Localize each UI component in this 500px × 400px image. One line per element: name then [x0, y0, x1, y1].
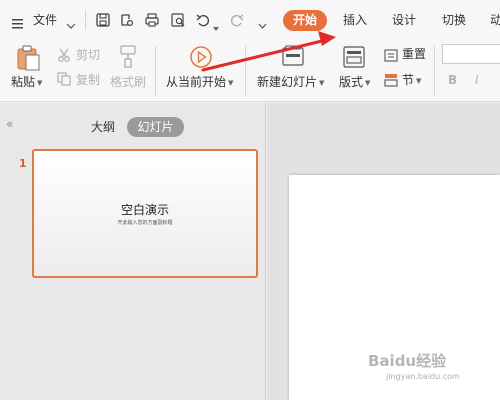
copy-icon[interactable] [57, 71, 71, 90]
undo-dropdown-icon[interactable] [213, 17, 219, 36]
tab-transitions[interactable]: 切换 [442, 11, 466, 29]
paste-icon[interactable] [15, 45, 41, 75]
new-slide-label: 新建幻灯片 [257, 75, 318, 89]
paste-button[interactable]: 粘贴 ▼ [11, 74, 42, 91]
watermark-logo: Baidu经验 [368, 352, 447, 370]
watermark-url: jingyan.baidu.com [386, 372, 460, 381]
divider [434, 46, 435, 96]
tab-design[interactable]: 设计 [392, 11, 416, 29]
undo-icon[interactable] [195, 12, 211, 28]
bold-button[interactable]: B [448, 72, 457, 88]
tab-outline[interactable]: 大纲 [91, 118, 115, 135]
divider [245, 46, 246, 96]
slide-thumbnail[interactable]: 空白演示 开此输入您的方面副标题 [32, 149, 258, 278]
save-icon[interactable] [95, 12, 111, 28]
divider [155, 46, 156, 96]
export-icon[interactable] [118, 12, 134, 28]
print-preview-icon[interactable] [170, 12, 186, 28]
cut-button[interactable]: 剪切 [76, 47, 100, 63]
layout-icon[interactable] [343, 45, 365, 73]
copy-button[interactable]: 复制 [76, 72, 100, 88]
font-name-input[interactable] [442, 44, 500, 64]
play-from-current-button[interactable]: 从当前开始 ▼ [166, 74, 233, 91]
reset-icon[interactable] [384, 47, 398, 66]
new-slide-button[interactable]: 新建幻灯片 ▼ [257, 74, 324, 91]
menu-icon[interactable] [12, 14, 23, 29]
paste-label: 粘贴 [11, 75, 36, 89]
section-icon[interactable] [384, 72, 398, 91]
section-button[interactable]: 节 ▼ [402, 72, 421, 89]
file-menu[interactable]: 文件 [33, 11, 57, 29]
scissors-icon[interactable] [57, 47, 71, 66]
layout-label: 版式 [339, 75, 364, 89]
divider [85, 10, 86, 30]
tab-slides[interactable]: 幻灯片 [127, 117, 184, 137]
thumbnail-title: 空白演示 [120, 203, 169, 217]
new-slide-icon[interactable] [282, 45, 304, 73]
quick-access-dropdown-icon[interactable] [258, 15, 267, 34]
play-from-current-label: 从当前开始 [166, 75, 227, 89]
tab-insert[interactable]: 插入 [343, 11, 367, 29]
redo-icon[interactable] [229, 12, 245, 28]
tab-home[interactable]: 开始 [283, 10, 327, 31]
tab-animation[interactable]: 动 [490, 11, 500, 29]
slide-number: 1 [19, 157, 27, 170]
format-painter-button[interactable]: 格式刷 [110, 74, 146, 90]
chevron-down-icon[interactable] [66, 15, 76, 34]
italic-button[interactable]: I [475, 72, 479, 88]
title-toolbar: 文件 开始 插入 设计 切换 动 [0, 0, 500, 40]
format-painter-icon[interactable] [117, 44, 139, 72]
slide-panel: « 大纲 幻灯片 1 空白演示 开此输入您的方面副标题 [0, 103, 266, 400]
ribbon: 粘贴 ▼ 剪切 复制 格式刷 从当前开始 ▼ 新建幻灯片 ▼ 版式 ▼ 重置 节 ▼ [0, 40, 500, 110]
thumbnail-subtitle: 开此输入您的方面副标题 [117, 220, 173, 226]
section-label: 节 [402, 73, 415, 87]
play-icon[interactable] [189, 45, 213, 73]
collapse-panel-button[interactable]: « [6, 117, 13, 131]
print-icon[interactable] [144, 12, 160, 28]
reset-button[interactable]: 重置 [402, 46, 426, 62]
layout-button[interactable]: 版式 ▼ [339, 74, 370, 91]
